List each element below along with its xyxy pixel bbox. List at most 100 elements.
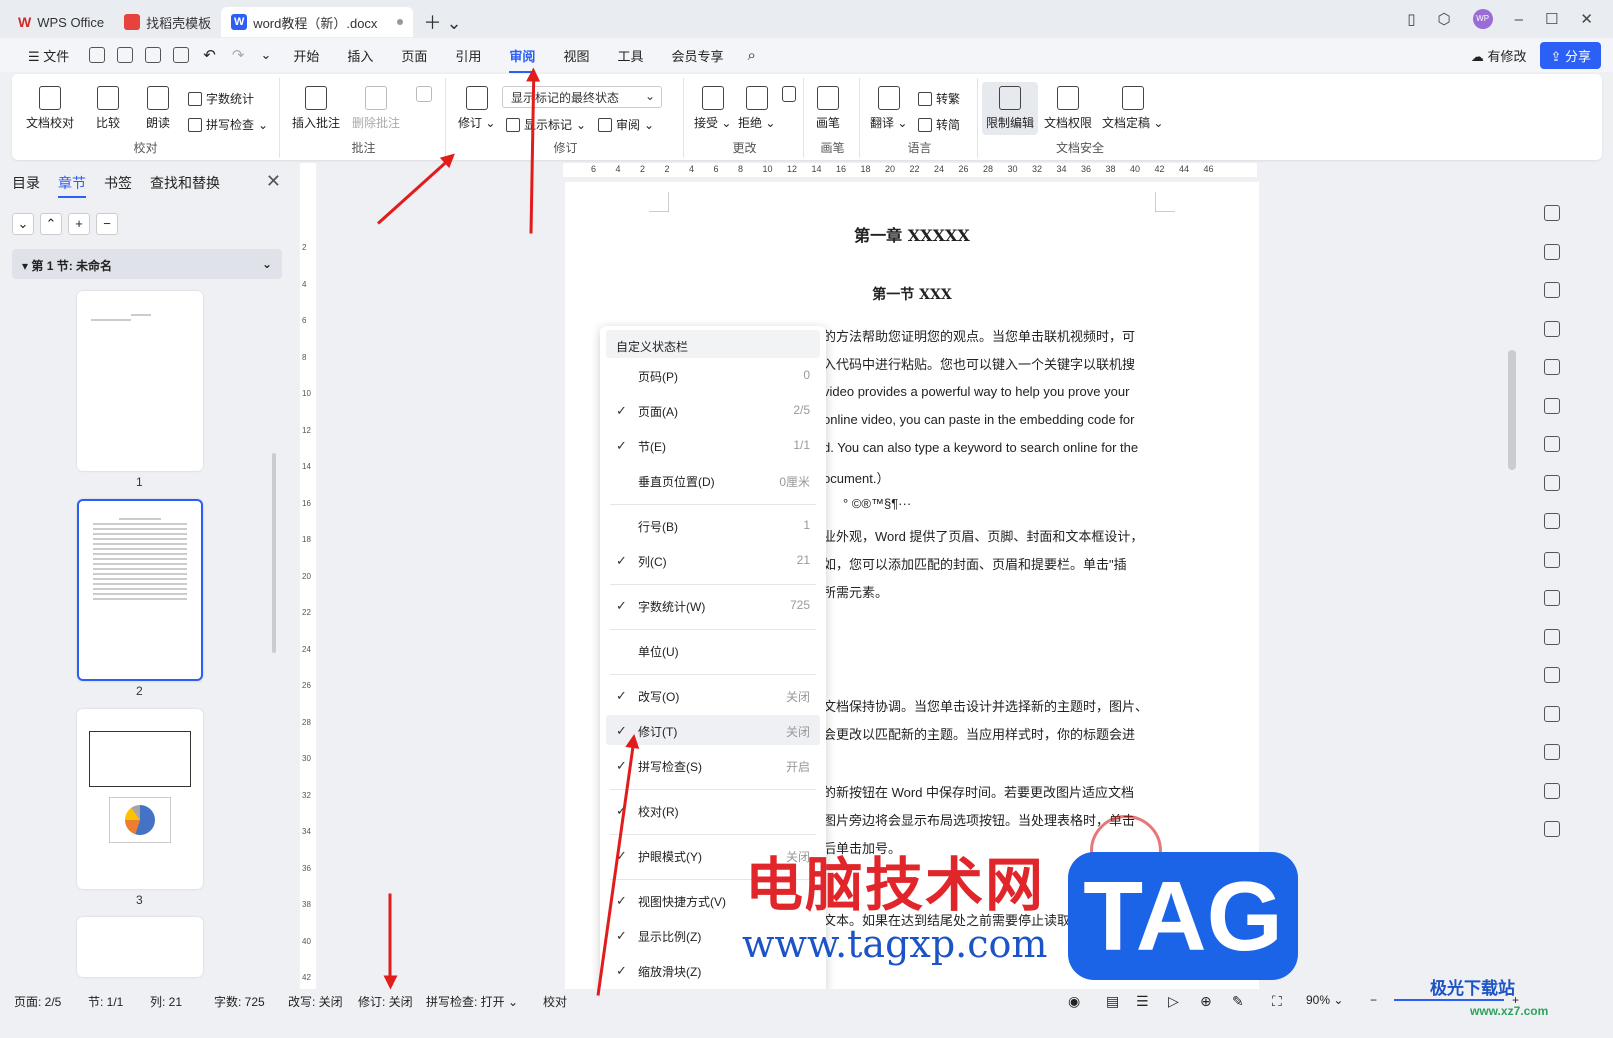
omega-icon[interactable] <box>1544 590 1560 606</box>
undo-icon[interactable]: ↶ <box>203 46 216 64</box>
document-scrollbar[interactable] <box>1508 350 1516 470</box>
nav-tab-find-replace[interactable]: 查找和替换 <box>150 173 220 198</box>
context-menu-item[interactable]: ✓校对(R) <box>606 795 820 825</box>
pen-button[interactable]: 画笔 <box>816 86 840 131</box>
history-icon[interactable] <box>1544 667 1560 683</box>
tab-document[interactable]: Wword教程（新）.docx <box>221 7 414 37</box>
compare-button[interactable]: 比较 <box>96 86 120 131</box>
sync-icon[interactable] <box>1544 628 1560 645</box>
outline-view-icon[interactable]: ☰ <box>1136 993 1149 1010</box>
fit-page-icon[interactable]: ⛶ <box>1272 993 1282 1010</box>
page-thumbnail-2[interactable] <box>77 499 203 681</box>
save-icon[interactable] <box>89 47 106 63</box>
menu-member[interactable]: 会员专享 <box>657 46 737 65</box>
document-icon[interactable] <box>1544 821 1560 837</box>
web-view-icon[interactable]: ⊕ <box>1200 993 1212 1010</box>
print-icon[interactable] <box>145 47 162 63</box>
avatar[interactable]: WP <box>1472 9 1493 29</box>
menu-view[interactable]: 视图 <box>549 46 603 65</box>
context-menu-item[interactable]: 行号(B) 1 <box>606 510 820 540</box>
to-traditional-button[interactable]: 转繁 <box>918 90 960 107</box>
eye-protect-icon[interactable]: ◉ <box>1068 993 1080 1010</box>
select-icon[interactable] <box>1544 243 1560 260</box>
word-count-button[interactable]: 字数统计 <box>188 90 254 107</box>
cube-icon[interactable]: ⬡ <box>1438 10 1451 28</box>
chevron-up-icon[interactable]: ⌃ <box>40 213 62 235</box>
context-menu-item[interactable]: ✓ 节(E) 1/1 <box>606 430 820 460</box>
menu-home[interactable]: 开始 <box>279 46 333 65</box>
status-page[interactable]: 页面: 2/5 <box>14 993 61 1010</box>
help-icon[interactable] <box>1544 436 1560 452</box>
tab-wps-office[interactable]: W WPS Office <box>8 7 114 37</box>
menu-tools[interactable]: 工具 <box>603 46 657 65</box>
page-thumbnail-1[interactable] <box>77 291 203 471</box>
link-icon[interactable] <box>117 47 134 63</box>
play-icon[interactable]: ▷ <box>1168 993 1179 1010</box>
add-icon[interactable]: + <box>68 213 90 235</box>
menu-reference[interactable]: 引用 <box>441 46 495 65</box>
track-changes-button[interactable]: 修订 ⌄ <box>458 86 495 131</box>
review-pane-button[interactable]: 审阅 ⌄ <box>598 116 654 133</box>
doc-check-button[interactable]: 文档校对 <box>26 86 74 131</box>
show-markup-button[interactable]: 显示标记 ⌄ <box>506 116 586 133</box>
quick-more-icon[interactable]: ⌄ <box>260 47 271 63</box>
minimize-icon[interactable]: – <box>1515 11 1523 28</box>
export-icon[interactable] <box>1544 744 1560 760</box>
status-proof[interactable]: 校对 <box>543 993 567 1010</box>
folder-icon[interactable] <box>1544 705 1560 722</box>
accept-button[interactable]: 接受 ⌄ <box>694 86 731 131</box>
section-header[interactable]: ▾ 第 1 节: 未命名 ⌄ <box>12 249 282 279</box>
edit-icon[interactable] <box>1544 205 1560 221</box>
nav-scrollbar[interactable] <box>272 453 276 653</box>
context-menu-item[interactable]: 页码(P) 0 <box>606 360 820 390</box>
spell-check-button[interactable]: 拼写检查 ⌄ <box>188 116 268 133</box>
code-icon[interactable] <box>1544 513 1560 529</box>
status-words[interactable]: 字数: 725 <box>214 993 265 1010</box>
status-revision[interactable]: 修订: 关闭 <box>358 993 413 1010</box>
finalize-button[interactable]: 文档定稿 ⌄ <box>1102 86 1163 131</box>
read-aloud-button[interactable]: 朗读 <box>146 86 170 131</box>
map-icon[interactable] <box>1544 397 1560 414</box>
context-menu-item[interactable]: ✓ 字数统计(W) 725 <box>606 590 820 620</box>
menu-review[interactable]: 审阅 <box>495 46 549 73</box>
nav-tab-bookmarks[interactable]: 书签 <box>104 173 132 198</box>
context-menu-item[interactable]: ✓ 改写(O) 关闭 <box>606 680 820 710</box>
adjust-icon[interactable] <box>1544 282 1560 298</box>
tab-templates[interactable]: 找稻壳模板 <box>114 7 221 37</box>
new-tab-button[interactable]: ＋ ⌄ <box>413 7 471 37</box>
lock-icon[interactable] <box>1544 474 1560 491</box>
zoom-slider[interactable] <box>1394 999 1504 1001</box>
share-button[interactable]: ⇪ 分享 <box>1540 41 1601 69</box>
context-menu-item[interactable]: ✓ 拼写检查(S) 开启 <box>606 750 820 780</box>
restrict-editing-button[interactable]: 限制编辑 <box>982 82 1039 135</box>
menu-insert[interactable]: 插入 <box>333 46 387 65</box>
next-change-button[interactable] <box>782 86 796 106</box>
close-icon[interactable]: ✕ <box>266 171 281 192</box>
image-icon[interactable] <box>1544 782 1560 799</box>
prev-comment-button[interactable] <box>416 86 432 106</box>
layout-icon[interactable]: ▯ <box>1407 10 1415 28</box>
menu-file[interactable]: ☰ 文件 <box>14 46 83 65</box>
tool-icon[interactable] <box>1544 359 1560 375</box>
preview-icon[interactable] <box>173 47 190 63</box>
nav-tab-sections[interactable]: 章节 <box>58 173 86 198</box>
insert-comment-button[interactable]: 插入批注 <box>292 86 340 131</box>
translate-button[interactable]: 翻译 ⌄ <box>870 86 907 131</box>
chevron-down-icon[interactable]: ⌄ <box>12 213 34 235</box>
context-menu-item[interactable]: ✓ 页面(A) 2/5 <box>606 395 820 425</box>
ai-icon[interactable] <box>1544 320 1560 337</box>
remove-icon[interactable]: − <box>96 213 118 235</box>
status-overwrite[interactable]: 改写: 关闭 <box>288 993 343 1010</box>
doc-permission-button[interactable]: 文档权限 <box>1044 86 1092 131</box>
modified-indicator[interactable]: ☁ 有修改 <box>1471 46 1527 65</box>
close-icon[interactable]: ✕ <box>1580 10 1593 28</box>
page-view-icon[interactable]: ▤ <box>1106 993 1119 1010</box>
page-thumbnail-3[interactable] <box>77 709 203 889</box>
redo-icon[interactable]: ↷ <box>232 46 245 64</box>
status-section[interactable]: 节: 1/1 <box>88 993 123 1010</box>
page-thumbnail-4[interactable] <box>77 917 203 977</box>
context-menu-item[interactable]: 垂直页位置(D) 0厘米 <box>606 465 820 495</box>
display-mode-select[interactable]: 显示标记的最终状态 ⌄ <box>502 86 662 108</box>
menu-page[interactable]: 页面 <box>387 46 441 65</box>
reject-button[interactable]: 拒绝 ⌄ <box>738 86 775 131</box>
